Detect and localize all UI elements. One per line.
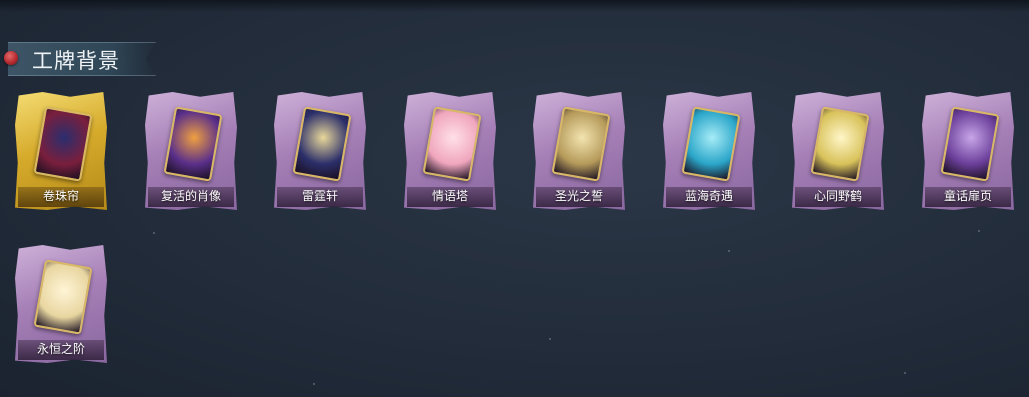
card-label: 心同野鹤	[813, 189, 862, 203]
star-speck	[904, 372, 906, 374]
badge-background-card[interactable]: 圣光之誓	[533, 92, 625, 210]
star-speck	[978, 230, 980, 232]
card-label: 复活的肖像	[160, 189, 221, 203]
card-label: 蓝海奇遇	[684, 189, 733, 203]
top-ink-border	[0, 0, 1029, 12]
pin-icon	[4, 51, 18, 65]
badge-background-card[interactable]: 卷珠帘	[15, 92, 107, 210]
badge-background-card[interactable]: 永恒之阶	[15, 245, 107, 363]
card-label: 情语塔	[431, 189, 468, 203]
star-speck	[728, 250, 730, 252]
card-label: 永恒之阶	[36, 342, 85, 356]
badge-background-card[interactable]: 童话扉页	[922, 92, 1014, 210]
card-label: 童话扉页	[943, 189, 992, 203]
star-speck	[313, 383, 315, 385]
star-speck	[549, 338, 551, 340]
section-header: 工牌背景	[0, 42, 160, 76]
badge-background-card[interactable]: 蓝海奇遇	[663, 92, 755, 210]
card-label: 雷霆轩	[301, 189, 338, 203]
badge-background-card[interactable]: 情语塔	[404, 92, 496, 210]
badge-background-card[interactable]: 心同野鹤	[792, 92, 884, 210]
card-label: 圣光之誓	[554, 189, 603, 203]
badge-background-card[interactable]: 复活的肖像	[145, 92, 237, 210]
card-label: 卷珠帘	[42, 189, 79, 203]
badge-background-card[interactable]: 雷霆轩	[274, 92, 366, 210]
section-title: 工牌背景	[32, 49, 120, 73]
star-speck	[153, 232, 155, 234]
